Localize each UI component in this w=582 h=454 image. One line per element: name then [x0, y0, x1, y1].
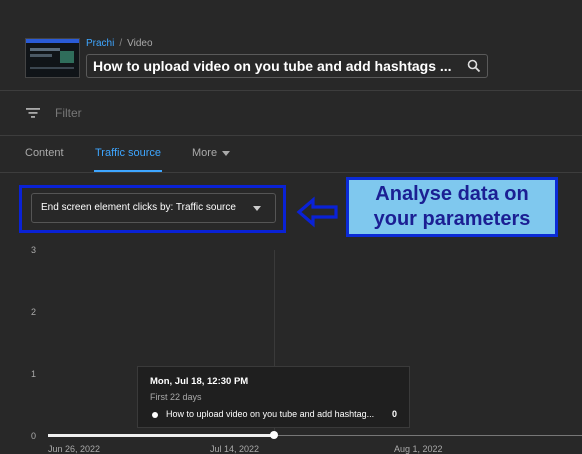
y-tick-label: 1 — [31, 369, 37, 379]
tooltip-value: 0 — [391, 409, 397, 419]
y-tick-label: 2 — [31, 307, 37, 317]
tooltip-subtitle: First 22 days — [150, 392, 202, 402]
y-tick-label: 0 — [31, 431, 37, 441]
dropdown-arrow-icon — [253, 206, 261, 211]
x-tick-label: Jul 14, 2022 — [210, 444, 260, 454]
left-arrow-icon — [296, 196, 338, 228]
tab-content[interactable]: Content — [25, 147, 64, 159]
tooltip-series-label: How to upload video on you tube and add … — [166, 409, 375, 419]
annotation-line-2: your parameters — [373, 208, 531, 230]
breadcrumb-separator: / — [119, 38, 123, 49]
x-tick-label: Aug 1, 2022 — [394, 444, 443, 454]
annotation-callout: Analyse data on your parameters — [346, 177, 558, 237]
filter-input[interactable]: Filter — [55, 106, 82, 120]
tabs-divider — [0, 172, 582, 173]
tab-traffic-source[interactable]: Traffic source — [95, 147, 161, 159]
search-icon[interactable] — [467, 59, 481, 73]
filter-icon[interactable] — [26, 107, 40, 119]
breadcrumb-channel-link[interactable]: Prachi — [86, 38, 114, 49]
x-tick-label: Jun 26, 2022 — [48, 444, 101, 454]
tab-more-label: More — [192, 147, 218, 159]
series-data-point[interactable] — [270, 431, 278, 439]
video-title: How to upload video on you tube and add … — [93, 58, 452, 74]
breadcrumb: Prachi / Video — [86, 38, 153, 49]
chevron-down-icon — [222, 150, 231, 156]
breadcrumb-section: Video — [127, 38, 153, 49]
y-tick-label: 3 — [31, 245, 37, 255]
metric-dropdown[interactable]: End screen element clicks by: Traffic so… — [31, 193, 276, 223]
metric-dropdown-value: End screen element clicks by: Traffic so… — [41, 202, 236, 213]
series-line — [48, 434, 274, 437]
series-marker-icon — [152, 412, 158, 418]
annotation-line-1: Analyse data on — [375, 183, 529, 205]
filter-divider — [0, 135, 582, 136]
tooltip-date: Mon, Jul 18, 12:30 PM — [150, 376, 249, 387]
chart-tooltip: Mon, Jul 18, 12:30 PM First 22 days How … — [137, 366, 410, 428]
tab-more[interactable]: More — [192, 147, 231, 159]
thumbnail-bar — [26, 39, 79, 43]
header-divider — [0, 90, 582, 91]
video-thumbnail[interactable] — [25, 38, 80, 78]
video-search-box[interactable]: How to upload video on you tube and add … — [86, 54, 488, 78]
